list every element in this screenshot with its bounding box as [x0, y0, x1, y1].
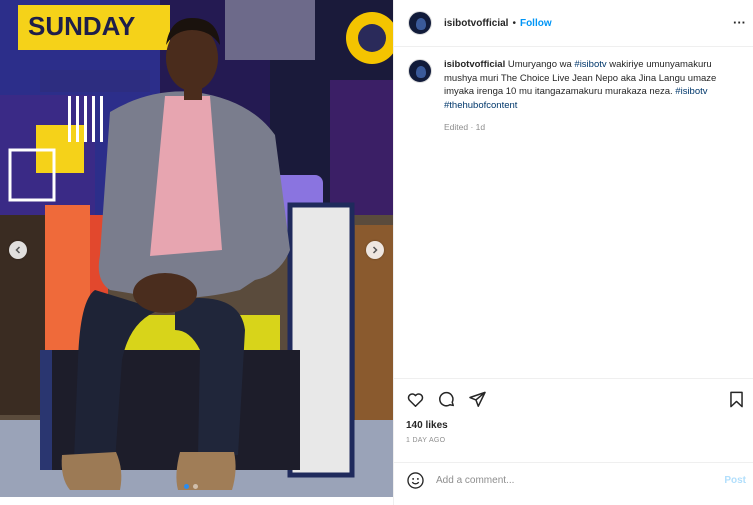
post-date[interactable]: 1 DAY AGO	[406, 437, 445, 444]
emoji-icon[interactable]	[406, 471, 425, 490]
hashtag-link[interactable]: #isibotv	[675, 86, 707, 97]
action-buttons	[406, 390, 487, 409]
carousel-indicator	[184, 484, 198, 489]
post-comment-button[interactable]: Post	[724, 475, 746, 486]
hashtag-link[interactable]: #isibotv	[574, 59, 606, 70]
carousel-dot	[193, 484, 198, 489]
carousel-dot	[184, 484, 189, 489]
heart-icon[interactable]	[406, 390, 425, 409]
chevron-right-icon	[372, 246, 378, 254]
caption-username[interactable]: isibotvofficial	[444, 59, 505, 70]
more-options-icon[interactable]: ···	[733, 15, 746, 30]
instagram-post: SUNDAY isibotvofficial • Follow ··· isib…	[0, 0, 753, 505]
comment-box: Post	[394, 462, 753, 497]
post-sidebar: isibotvofficial • Follow ··· isibotvoffi…	[393, 0, 753, 505]
edited-timestamp: Edited · 1d	[444, 122, 486, 132]
follow-button[interactable]: Follow	[520, 18, 552, 29]
post-photo: SUNDAY	[0, 0, 393, 497]
post-media[interactable]: SUNDAY	[0, 0, 393, 497]
post-actions: 140 likes 1 DAY AGO	[394, 378, 753, 444]
likes-count[interactable]: 140 likes	[406, 420, 448, 431]
carousel-next-button[interactable]	[366, 241, 384, 259]
username-link[interactable]: isibotvofficial	[444, 18, 508, 29]
post-caption: isibotvofficial Umuryango wa #isibotv wa…	[408, 58, 743, 135]
post-header: isibotvofficial • Follow ···	[394, 0, 753, 47]
share-icon[interactable]	[468, 390, 487, 409]
caption-avatar[interactable]	[408, 59, 432, 83]
studio-sign-text: SUNDAY	[28, 11, 135, 41]
avatar[interactable]	[408, 11, 432, 35]
bookmark-icon[interactable]	[727, 390, 746, 409]
comment-input[interactable]	[436, 474, 706, 486]
carousel-prev-button[interactable]	[9, 241, 27, 259]
chevron-left-icon	[15, 246, 21, 254]
comment-icon[interactable]	[437, 390, 456, 409]
hashtag-link[interactable]: #thehubofcontent	[444, 100, 517, 111]
caption-body: isibotvofficial Umuryango wa #isibotv wa…	[444, 58, 743, 135]
separator-dot: •	[512, 17, 516, 29]
caption-text: Umuryango wa	[505, 59, 575, 70]
